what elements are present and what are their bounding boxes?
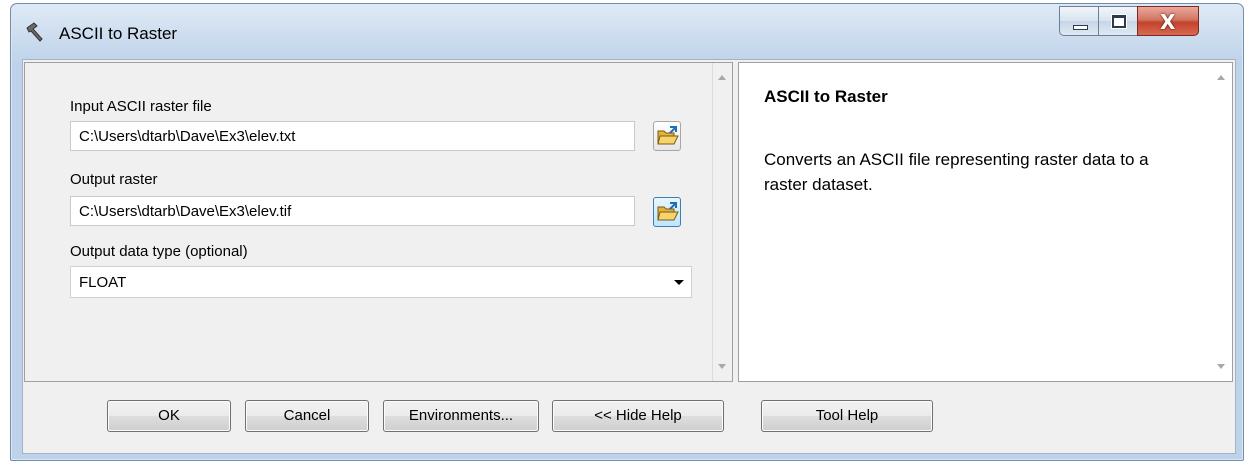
tool-help-button[interactable]: Tool Help — [761, 400, 933, 432]
minimize-button[interactable] — [1059, 6, 1099, 36]
input-file-label: Input ASCII raster file — [70, 98, 212, 115]
maximize-button[interactable] — [1098, 6, 1138, 36]
hammer-icon — [26, 22, 43, 42]
scroll-down-icon[interactable] — [718, 364, 726, 369]
open-folder-icon — [657, 126, 679, 145]
input-file-field[interactable]: C:\Users\dtarb\Dave\Ex3\elev.txt — [70, 121, 635, 151]
window-title: ASCII to Raster — [59, 24, 178, 43]
title-bar[interactable]: ASCII to Raster X — [11, 4, 1243, 54]
datatype-dropdown[interactable]: FLOAT — [70, 266, 692, 298]
chevron-down-icon — [674, 280, 684, 285]
output-browse-button[interactable] — [653, 197, 681, 227]
help-pane: ASCII to Raster Converts an ASCII file r… — [738, 62, 1233, 382]
input-browse-button[interactable] — [653, 121, 681, 151]
close-button[interactable]: X — [1137, 6, 1199, 36]
help-description: Converts an ASCII file representing rast… — [764, 150, 1149, 194]
dialog-client-area: Input ASCII raster file C:\Users\dtarb\D… — [22, 59, 1236, 454]
output-raster-field[interactable]: C:\Users\dtarb\Dave\Ex3\elev.tif — [70, 196, 635, 226]
output-raster-label: Output raster — [70, 171, 158, 188]
minimize-icon — [1073, 25, 1088, 30]
ok-button[interactable]: OK — [107, 400, 231, 432]
tool-dialog-window: ASCII to Raster X Input ASCII raster fil… — [10, 3, 1244, 461]
scroll-up-icon[interactable] — [718, 75, 726, 80]
hide-help-button[interactable]: << Hide Help — [552, 400, 724, 432]
close-icon: X — [1160, 10, 1176, 34]
cancel-button[interactable]: Cancel — [245, 400, 369, 432]
help-scrollbar[interactable] — [1212, 63, 1232, 381]
parameters-pane: Input ASCII raster file C:\Users\dtarb\D… — [24, 62, 733, 382]
datatype-selected-value: FLOAT — [79, 274, 127, 291]
parameters-scrollbar[interactable] — [712, 63, 732, 381]
open-folder-icon — [657, 202, 679, 221]
environments-button[interactable]: Environments... — [383, 400, 539, 432]
scroll-up-icon[interactable] — [1217, 75, 1225, 80]
maximize-icon — [1112, 15, 1126, 28]
scroll-down-icon[interactable] — [1217, 364, 1225, 369]
datatype-label: Output data type (optional) — [70, 243, 248, 260]
help-title: ASCII to Raster — [764, 87, 888, 106]
